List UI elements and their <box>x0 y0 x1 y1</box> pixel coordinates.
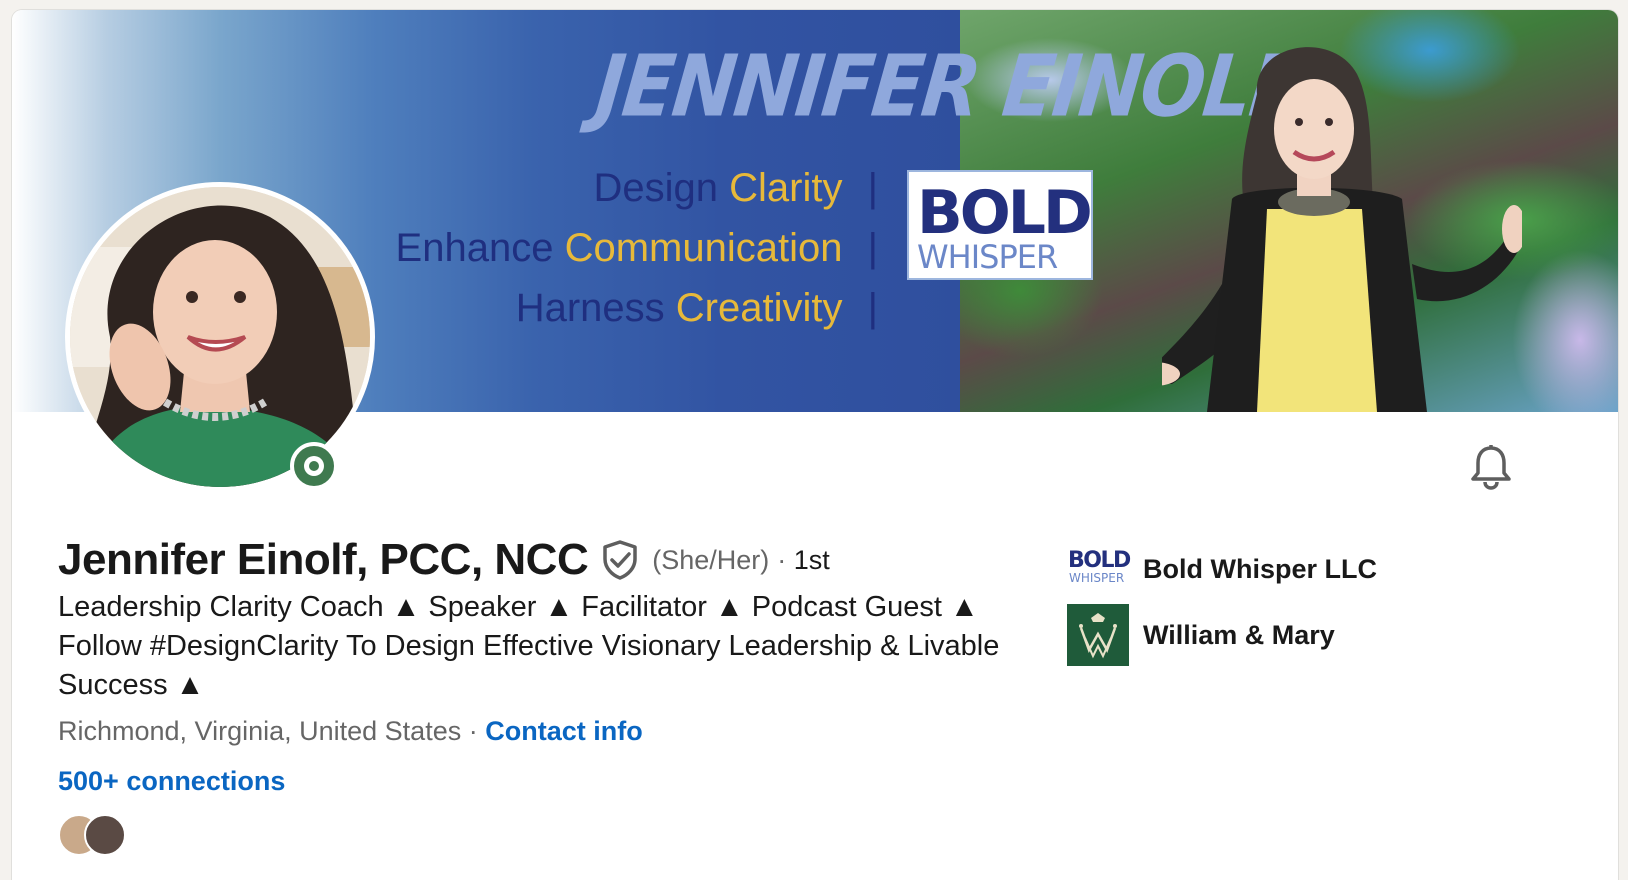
contact-info-link[interactable]: Contact info <box>485 716 642 746</box>
tagline-separator: | <box>867 166 878 210</box>
tagline-separator: | <box>867 226 878 270</box>
profile-pronouns: (She/Her) <box>652 544 770 575</box>
profile-headline: Leadership Clarity Coach ▲ Speaker ▲ Fac… <box>58 591 1000 701</box>
education-link[interactable]: William & Mary <box>1067 604 1335 666</box>
name-row: Jennifer Einolf, PCC, NCC (She/Her) · 1s… <box>58 535 830 585</box>
bold-whisper-logo: BOLD WHISPER <box>1067 538 1131 600</box>
location-row: Richmond, Virginia, United States · Cont… <box>58 716 643 747</box>
school-name: William & Mary <box>1143 619 1335 650</box>
logo-bold-text: BOLD <box>1068 548 1131 573</box>
tagline-highlight: Creativity <box>675 286 843 330</box>
avatar-photo <box>70 187 370 487</box>
notifications-bell-button[interactable] <box>1469 444 1513 490</box>
degree-value: 1st <box>793 544 830 575</box>
banner-tagline-1: Design Clarity | <box>594 166 879 211</box>
shield-check-icon[interactable] <box>600 539 640 581</box>
open-badge-icon <box>304 456 324 476</box>
profile-location: Richmond, Virginia, United States <box>58 716 462 746</box>
connections-link[interactable]: 500+ connections <box>58 766 285 797</box>
profile-avatar[interactable] <box>65 182 375 492</box>
tagline-word: Harness <box>515 286 665 330</box>
bold-whisper-banner-logo: BOLD WHISPER <box>907 170 1093 280</box>
logo-whisper-text: WHISPER <box>917 238 1058 276</box>
banner-tagline-2: Enhance Communication | <box>396 226 878 271</box>
logo-whisper-text: WHISPER <box>1069 571 1125 585</box>
william-mary-logo <box>1067 604 1129 666</box>
profile-name: Jennifer Einolf, PCC, NCC <box>58 535 589 584</box>
tagline-word: Enhance <box>395 226 554 270</box>
tagline-word: Design <box>593 166 719 210</box>
tagline-highlight: Clarity <box>729 166 843 210</box>
bell-icon <box>1471 445 1511 490</box>
location-separator: · <box>468 716 478 746</box>
open-to-work-badge[interactable] <box>290 442 338 490</box>
banner-tagline-3: Harness Creativity | <box>516 286 878 331</box>
degree-separator: · <box>777 544 787 575</box>
connection-degree: · 1st <box>777 545 830 576</box>
company-name: Bold Whisper LLC <box>1143 553 1377 584</box>
profile-card: JENNIFER EINOLF Design Clarity | Enhance… <box>12 10 1618 880</box>
tagline-highlight: Communication <box>564 226 843 270</box>
current-company-link[interactable]: BOLD WHISPER Bold Whisper LLC <box>1067 538 1377 600</box>
tagline-separator: | <box>867 286 878 330</box>
avatar <box>84 814 126 856</box>
banner-person-photo <box>1162 47 1522 412</box>
